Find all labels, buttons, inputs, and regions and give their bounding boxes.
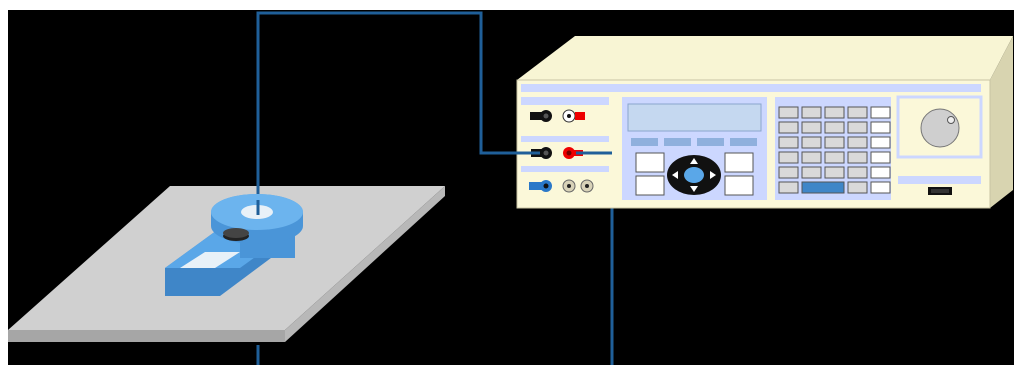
keypad-key[interactable]	[870, 136, 891, 149]
calibrator-display	[627, 103, 762, 132]
keypad-key[interactable]	[824, 106, 845, 119]
keypad-key[interactable]	[801, 121, 822, 134]
keypad-key[interactable]	[847, 106, 868, 119]
rotary-knob-icon[interactable]	[920, 108, 960, 148]
keypad-key[interactable]	[801, 136, 822, 149]
keypad-key[interactable]	[847, 181, 868, 194]
keypad-key[interactable]	[801, 151, 822, 164]
keypad-key[interactable]	[824, 136, 845, 149]
calibrator-instrument	[516, 36, 1013, 209]
calibration-setup-diagram	[0, 0, 1021, 368]
keypad-key[interactable]	[778, 136, 799, 149]
keypad-key[interactable]	[847, 136, 868, 149]
keypad-key[interactable]	[870, 106, 891, 119]
connector-port-icon	[928, 187, 952, 195]
keypad-key[interactable]	[870, 121, 891, 134]
keypad-key[interactable]	[870, 151, 891, 164]
navigation-pad-icon[interactable]	[667, 155, 721, 195]
keypad-key[interactable]	[801, 181, 845, 194]
keypad-key[interactable]	[847, 121, 868, 134]
keypad-key[interactable]	[847, 166, 868, 179]
keypad-key[interactable]	[870, 166, 891, 179]
keypad-key[interactable]	[870, 181, 891, 194]
keypad-key[interactable]	[801, 106, 822, 119]
keypad-key[interactable]	[778, 166, 799, 179]
keypad-key[interactable]	[778, 181, 799, 194]
keypad-key[interactable]	[801, 166, 822, 179]
keypad-key[interactable]	[778, 106, 799, 119]
keypad-key[interactable]	[778, 151, 799, 164]
keypad-key[interactable]	[824, 151, 845, 164]
keypad-key[interactable]	[847, 151, 868, 164]
keypad-key[interactable]	[778, 121, 799, 134]
keypad-key[interactable]	[824, 121, 845, 134]
keypad-key[interactable]	[824, 166, 845, 179]
